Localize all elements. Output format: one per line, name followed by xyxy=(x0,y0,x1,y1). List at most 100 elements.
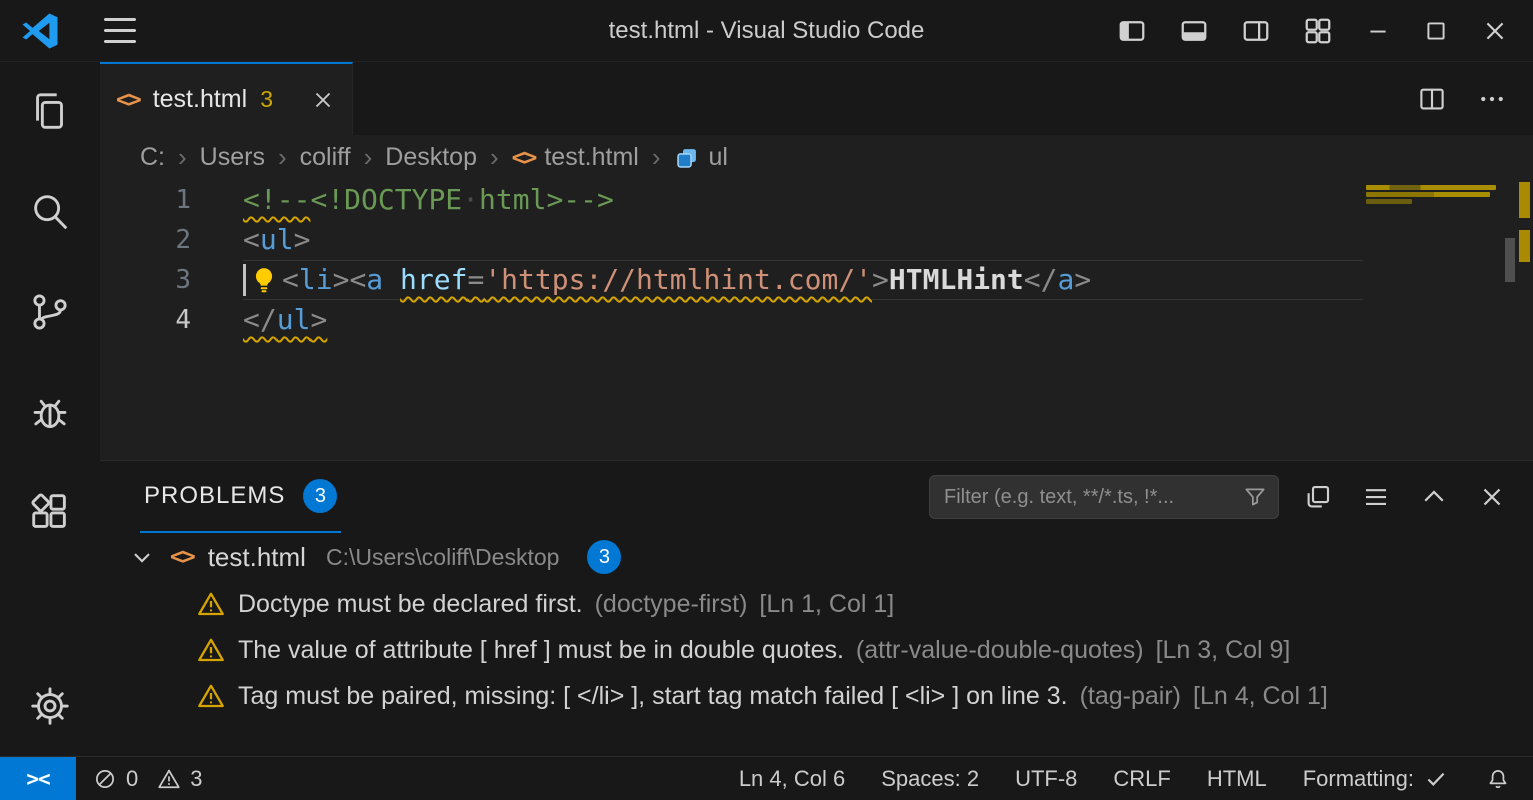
problem-item[interactable]: The value of attribute [ href ] must be … xyxy=(100,627,1533,673)
line-number[interactable]: 1 xyxy=(100,180,243,220)
problems-filter-input[interactable] xyxy=(944,486,1236,509)
code-area[interactable]: <!--<!DOCTYPE·html>--><ul><li><a href='h… xyxy=(243,180,1363,460)
code-token: HTMLHint xyxy=(889,263,1024,296)
code-token: = xyxy=(467,263,484,296)
workbench: <> test.html 3 C:›U xyxy=(100,62,1533,756)
customize-layout-icon[interactable] xyxy=(1303,16,1333,46)
code-token: > xyxy=(872,263,889,296)
editor-actions xyxy=(1417,62,1533,135)
line-number[interactable]: 4 xyxy=(100,300,243,340)
title-bar: test.html - Visual Studio Code xyxy=(0,0,1533,62)
overview-ruler[interactable] xyxy=(1503,180,1533,460)
minimize-button[interactable] xyxy=(1365,18,1391,44)
code-token: < xyxy=(282,263,299,296)
code-token: href xyxy=(400,263,467,296)
activitybar-source-control-icon[interactable] xyxy=(0,262,100,362)
warnings-icon xyxy=(156,766,182,792)
status-bar: >< 0 3 Ln 4, Col 6 Spaces: 2 UTF-8 CRLF … xyxy=(0,756,1533,800)
toggle-sidebar-icon[interactable] xyxy=(1117,16,1147,46)
chevron-down-icon[interactable] xyxy=(128,543,156,571)
activitybar-search-icon[interactable] xyxy=(0,162,100,262)
activitybar-explorer-icon[interactable] xyxy=(0,62,100,162)
code-line[interactable]: <!--<!DOCTYPE·html>--> xyxy=(243,180,1363,220)
breadcrumb: C:›Users›coliff›Desktop›<>test.html›ul xyxy=(100,135,1533,180)
status-language[interactable]: HTML xyxy=(1207,766,1267,792)
status-problems-button[interactable]: 0 3 xyxy=(92,766,213,792)
split-editor-icon[interactable] xyxy=(1417,84,1447,114)
line-number[interactable]: 2 xyxy=(100,220,243,260)
symbol-ul-icon xyxy=(674,145,700,171)
problems-file-row[interactable]: <> test.html C:\Users\coliff\Desktop 3 xyxy=(100,533,1533,581)
problem-message: The value of attribute [ href ] must be … xyxy=(238,636,844,665)
breadcrumb-label: ul xyxy=(709,143,728,172)
scrollbar-slider[interactable] xyxy=(1505,238,1515,282)
panel-header: PROBLEMS 3 xyxy=(100,461,1533,533)
activitybar-extensions-icon[interactable] xyxy=(0,462,100,562)
code-token: a xyxy=(366,263,383,296)
breadcrumb-item-testhtml[interactable]: <>test.html xyxy=(512,143,639,172)
notifications-bell-icon[interactable] xyxy=(1485,766,1511,792)
breadcrumb-item-c[interactable]: C: xyxy=(140,143,165,172)
tab-test-html[interactable]: <> test.html 3 xyxy=(100,62,353,135)
code-token xyxy=(383,263,400,296)
toggle-secondary-sidebar-icon[interactable] xyxy=(1241,16,1271,46)
status-formatting[interactable]: Formatting: xyxy=(1303,766,1449,792)
close-panel-icon[interactable] xyxy=(1477,482,1507,512)
ruler-warning-mark xyxy=(1519,182,1530,218)
tab-close-icon[interactable] xyxy=(310,87,336,113)
status-cursor-position[interactable]: Ln 4, Col 6 xyxy=(739,766,845,792)
code-line[interactable]: <li><a href='https://htmlhint.com/'>HTML… xyxy=(243,260,1363,300)
minimap[interactable] xyxy=(1363,180,1503,460)
remote-indicator-button[interactable]: >< xyxy=(0,757,76,800)
problem-rule: (tag-pair) xyxy=(1080,682,1181,711)
editor[interactable]: 1234 <!--<!DOCTYPE·html>--><ul><li><a hr… xyxy=(100,180,1533,460)
status-indentation[interactable]: Spaces: 2 xyxy=(881,766,979,792)
code-token: · xyxy=(462,183,479,216)
tab-problem-count: 3 xyxy=(260,86,273,113)
problems-filter[interactable] xyxy=(929,475,1279,519)
code-token: <!DOCTYPE xyxy=(310,183,462,216)
problems-panel: PROBLEMS 3 xyxy=(100,460,1533,756)
warning-icon xyxy=(196,635,226,665)
minimap-line xyxy=(1366,192,1490,197)
code-token: <!-- xyxy=(243,183,310,216)
breadcrumb-separator-icon: › xyxy=(652,142,661,173)
breadcrumb-item-coliff[interactable]: coliff xyxy=(300,143,351,172)
problems-file-badge: 3 xyxy=(587,540,621,574)
html-file-icon: <> xyxy=(512,145,536,171)
close-window-button[interactable] xyxy=(1481,17,1509,45)
filter-funnel-icon[interactable] xyxy=(1242,484,1268,510)
maximize-button[interactable] xyxy=(1423,18,1449,44)
tab-problems[interactable]: PROBLEMS 3 xyxy=(140,461,341,533)
menu-hamburger-icon[interactable] xyxy=(104,18,136,43)
maximize-panel-icon[interactable] xyxy=(1419,482,1449,512)
status-eol[interactable]: CRLF xyxy=(1113,766,1170,792)
code-line[interactable]: <ul> xyxy=(243,220,1363,260)
collapse-all-icon[interactable] xyxy=(1361,482,1391,512)
warning-icon xyxy=(196,681,226,711)
vscode-logo-icon xyxy=(20,11,60,51)
check-icon xyxy=(1423,766,1449,792)
panel-actions xyxy=(1303,482,1507,512)
code-token: ul xyxy=(260,223,294,256)
line-number[interactable]: 3 xyxy=(100,260,243,300)
status-encoding[interactable]: UTF-8 xyxy=(1015,766,1077,792)
code-token: > xyxy=(1074,263,1091,296)
breadcrumb-item-users[interactable]: Users xyxy=(200,143,265,172)
view-as-table-icon[interactable] xyxy=(1303,482,1333,512)
problem-item[interactable]: Doctype must be declared first.(doctype-… xyxy=(100,581,1533,627)
problem-item[interactable]: Tag must be paired, missing: [ </li> ], … xyxy=(100,673,1533,719)
activity-bar xyxy=(0,62,100,756)
activitybar-debug-icon[interactable] xyxy=(0,362,100,462)
code-token: < xyxy=(349,263,366,296)
statusbar-right: Ln 4, Col 6 Spaces: 2 UTF-8 CRLF HTML Fo… xyxy=(739,766,1511,792)
code-line[interactable]: </ul> xyxy=(243,300,1363,340)
remote-icon: >< xyxy=(26,767,49,791)
breadcrumb-item-ul[interactable]: ul xyxy=(674,143,728,172)
more-actions-icon[interactable] xyxy=(1477,84,1507,114)
settings-gear-icon[interactable] xyxy=(0,656,100,756)
breadcrumb-item-desktop[interactable]: Desktop xyxy=(385,143,477,172)
toggle-panel-icon[interactable] xyxy=(1179,16,1209,46)
problem-rule: (attr-value-double-quotes) xyxy=(856,636,1144,665)
breadcrumb-label: Users xyxy=(200,143,265,172)
